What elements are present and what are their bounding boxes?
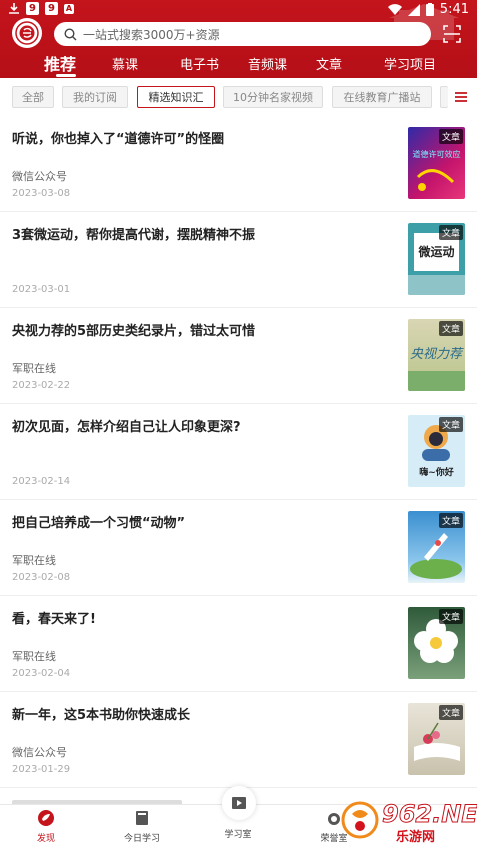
- article-tag: 文章: [438, 513, 463, 528]
- search-icon: [64, 27, 77, 40]
- article-thumbnail: 道德许可效应 文章: [408, 127, 465, 199]
- watermark-brand: 962.NET: [381, 800, 477, 829]
- article-tag: 文章: [438, 705, 463, 720]
- notification-icon: 9: [45, 2, 58, 15]
- nav-label: 发现: [36, 834, 55, 844]
- article-tag: 文章: [438, 609, 463, 624]
- chip-all[interactable]: 全部: [12, 86, 54, 108]
- nav-study-room[interactable]: 学习室: [208, 823, 268, 840]
- article-date: 2023-02-22: [12, 380, 71, 391]
- article-thumbnail: 文章: [408, 607, 465, 679]
- status-bar: 9 9 A 5:41: [0, 0, 477, 20]
- article-source: 军职在线: [12, 650, 56, 663]
- tab-audio-course[interactable]: 音频课: [248, 54, 287, 73]
- wifi-icon: [387, 3, 402, 15]
- filter-chips: 全部 我的订阅 精选知识汇 10分钟名家视频 在线教育广播站: [0, 86, 477, 112]
- tab-article[interactable]: 文章: [316, 54, 342, 73]
- app-screen: 9 9 A 5:41 一站式搜索3000万+资源 推荐 慕课 电子书 音频课 文…: [0, 0, 477, 848]
- article-tag: 文章: [438, 225, 463, 240]
- thumbnail-text: 央视力荐: [410, 347, 463, 362]
- article-thumbnail: 文章: [408, 511, 465, 583]
- nav-label: 学习室: [224, 830, 252, 840]
- study-room-button[interactable]: [222, 786, 256, 820]
- article-item[interactable]: 把自己培养成一个习惯“动物” 军职在线 2023-02-08 文章: [0, 500, 477, 596]
- nav-label: 今日学习: [123, 834, 160, 844]
- menu-icon[interactable]: [454, 90, 468, 104]
- nav-discover[interactable]: 发现: [16, 809, 76, 844]
- article-item[interactable]: 3套微运动，帮你提高代谢，摆脱精神不振 2023-03-01 微运动 文章: [0, 212, 477, 308]
- video-play-icon: [232, 797, 246, 809]
- app-logo[interactable]: [12, 18, 42, 48]
- article-item[interactable]: 听说，你也掉入了“道德许可”的怪圈 微信公众号 2023-03-08 道德许可效…: [0, 116, 477, 212]
- article-title: 3套微运动，帮你提高代谢，摆脱精神不振: [12, 228, 256, 243]
- article-thumbnail: 微运动 文章: [408, 223, 465, 295]
- article-thumbnail: 嗨~你好 文章: [408, 415, 465, 487]
- article-date: 2023-02-08: [12, 572, 71, 583]
- article-title: 新一年，这5本书助你快速成长: [12, 708, 191, 723]
- notification-icon: A: [64, 3, 74, 14]
- article-date: 2023-02-14: [12, 476, 71, 487]
- article-item[interactable]: 看，春天来了! 军职在线 2023-02-04 文章: [0, 596, 477, 692]
- article-tag: 文章: [438, 129, 463, 144]
- watermark-logo: 962.NET 乐游网: [340, 798, 477, 845]
- article-item[interactable]: 央视力荐的5部历史类纪录片，错过太可惜 军职在线 2023-02-22 央视力荐…: [0, 308, 477, 404]
- tab-recommend[interactable]: 推荐: [44, 51, 76, 75]
- thumbnail-text: 嗨~你好: [419, 468, 454, 478]
- chip-my-subscriptions[interactable]: 我的订阅: [62, 86, 128, 108]
- article-date: 2023-03-01: [12, 284, 71, 295]
- chip-featured[interactable]: 精选知识汇: [137, 86, 215, 108]
- signal-icon: [407, 3, 420, 16]
- article-title: 央视力荐的5部历史类纪录片，错过太可惜: [12, 324, 256, 339]
- nav-today[interactable]: 今日学习: [112, 809, 172, 844]
- article-source: 微信公众号: [12, 746, 67, 759]
- tab-learning-project[interactable]: 学习项目: [384, 54, 436, 73]
- article-source: 军职在线: [12, 554, 56, 567]
- search-bar[interactable]: 一站式搜索3000万+资源: [54, 22, 431, 46]
- header: 9 9 A 5:41 一站式搜索3000万+资源 推荐 慕课 电子书 音频课 文…: [0, 0, 477, 78]
- notification-icon: 9: [26, 2, 39, 15]
- article-thumbnail: 文章: [408, 703, 465, 775]
- active-tab-indicator: [56, 74, 76, 77]
- article-title: 听说，你也掉入了“道德许可”的怪圈: [12, 132, 225, 147]
- article-date: 2023-03-08: [12, 188, 71, 199]
- article-title: 看，春天来了!: [12, 612, 96, 627]
- article-date: 2023-02-04: [12, 668, 71, 679]
- article-source: 微信公众号: [12, 170, 67, 183]
- article-tag: 文章: [438, 321, 463, 336]
- chip-online-radio[interactable]: 在线教育广播站: [332, 86, 432, 108]
- article-title: 初次见面，怎样介绍自己让人印象更深?: [12, 420, 241, 435]
- thumbnail-text: 微运动: [418, 245, 455, 259]
- scan-icon[interactable]: [442, 24, 462, 44]
- logo-icon: [15, 21, 39, 45]
- tab-ebook[interactable]: 电子书: [180, 54, 219, 73]
- battery-icon: [425, 3, 434, 16]
- article-tag: 文章: [438, 417, 463, 432]
- article-title: 把自己培养成一个习惯“动物”: [12, 516, 186, 531]
- main-tabs: 推荐 慕课 电子书 音频课 文章 学习项目: [0, 50, 477, 78]
- discover-icon: [38, 810, 54, 826]
- article-date: 2023-01-29: [12, 764, 71, 775]
- chip-famous-video[interactable]: 10分钟名家视频: [223, 86, 323, 108]
- article-thumbnail: 央视力荐 文章: [408, 319, 465, 391]
- article-source: 军职在线: [12, 362, 56, 375]
- article-item[interactable]: 初次见面，怎样介绍自己让人印象更深? 2023-02-14 嗨~你好 文章: [0, 404, 477, 500]
- download-icon: [9, 3, 19, 14]
- book-icon: [136, 811, 148, 825]
- chip-overflow[interactable]: [440, 86, 448, 108]
- watermark-sub: 乐游网: [396, 830, 436, 845]
- watermark-icon: [341, 801, 379, 839]
- tab-mooc[interactable]: 慕课: [112, 54, 138, 73]
- article-item[interactable]: 新一年，这5本书助你快速成长 微信公众号 2023-01-29 文章: [0, 692, 477, 788]
- search-placeholder: 一站式搜索3000万+资源: [83, 27, 220, 42]
- clock: 5:41: [439, 2, 469, 17]
